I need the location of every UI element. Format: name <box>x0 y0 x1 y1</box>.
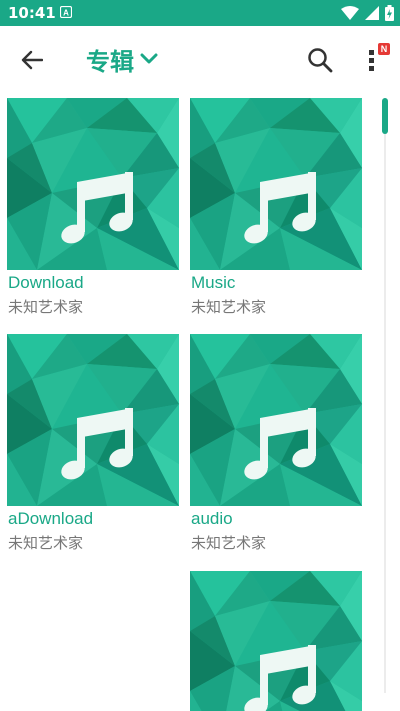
status-bar: 10:41 A <box>0 0 400 26</box>
album-artist: 未知艺术家 <box>8 534 84 552</box>
svg-text:A: A <box>63 9 69 18</box>
search-icon <box>308 48 333 73</box>
album-grid: Download 未知艺术家 Music 未知艺术家 aDownload 未知艺… <box>0 96 380 711</box>
album-cover <box>190 334 362 506</box>
album-item[interactable]: Download 未知艺术家 <box>7 98 179 316</box>
album-artist: 未知艺术家 <box>191 534 267 552</box>
chevron-down-icon <box>140 53 158 64</box>
a-app-icon: A <box>60 6 72 18</box>
signal-icon <box>365 6 379 20</box>
album-artist: 未知艺术家 <box>8 298 84 316</box>
arrow-left-icon <box>21 50 43 70</box>
status-icons <box>341 5 394 21</box>
album-title: Download <box>8 273 84 292</box>
title-dropdown[interactable]: 专辑 <box>86 40 158 78</box>
album-cover <box>7 334 179 506</box>
page-title: 专辑 <box>86 47 134 76</box>
album-item[interactable]: Music 未知艺术家 <box>190 98 362 316</box>
album-cover <box>7 98 179 270</box>
back-button[interactable] <box>14 42 50 78</box>
status-time: 10:41 <box>8 4 56 22</box>
album-title: Music <box>191 273 236 292</box>
notification-badge: N <box>378 43 390 55</box>
album-cover <box>190 571 362 711</box>
album-title: aDownload <box>8 509 94 528</box>
album-item[interactable]: aDownload 未知艺术家 <box>7 334 179 552</box>
scrollbar-track[interactable] <box>384 98 386 693</box>
album-item[interactable] <box>190 571 362 711</box>
album-title: audio <box>191 509 233 528</box>
album-artist: 未知艺术家 <box>191 298 267 316</box>
wifi-icon <box>341 6 359 20</box>
search-button[interactable] <box>300 40 340 80</box>
scrollbar-thumb[interactable] <box>382 98 388 134</box>
more-options-button[interactable]: N <box>358 40 394 80</box>
album-item[interactable]: audio 未知艺术家 <box>190 334 362 552</box>
album-cover <box>190 98 362 270</box>
battery-charging-icon <box>385 5 394 21</box>
app-bar: 专辑 N <box>0 26 400 92</box>
